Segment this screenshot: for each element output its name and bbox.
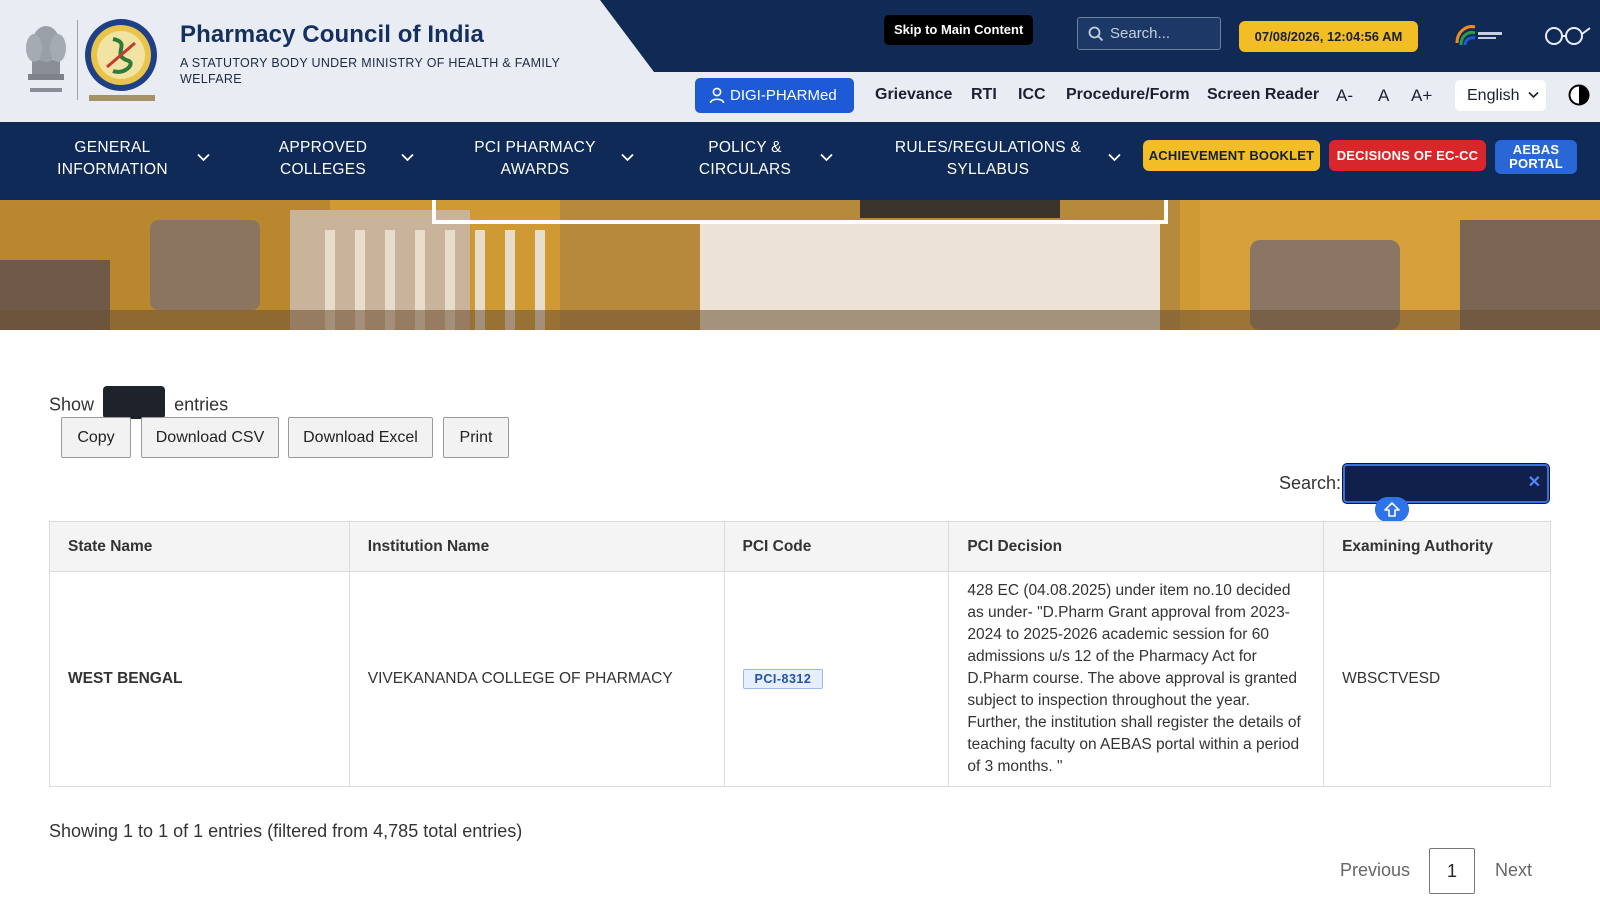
column-header-pci-code[interactable]: PCI Code: [723, 521, 950, 572]
nav-label: INFORMATION: [57, 161, 168, 178]
cell-state: WEST BENGAL: [49, 571, 350, 787]
nav-label: GENERAL: [74, 139, 151, 156]
aebas-label: PORTAL: [1509, 156, 1563, 171]
nav-pci-pharmacy-awards[interactable]: PCI PHARMACY AWARDS: [466, 137, 604, 181]
chevron-down-icon[interactable]: [621, 153, 634, 162]
swachh-bharat-logo[interactable]: [1540, 22, 1592, 46]
chevron-down-icon: [1528, 91, 1539, 99]
link-screen-reader[interactable]: Screen Reader: [1207, 86, 1319, 104]
entries-label: entries: [174, 394, 229, 415]
results-table: State Name Institution Name PCI Code PCI…: [49, 521, 1551, 787]
achievement-booklet-button[interactable]: ACHIEVEMENT BOOKLET: [1143, 140, 1320, 171]
column-header-examining-authority[interactable]: Examining Authority: [1323, 521, 1551, 572]
hero-banner: [0, 200, 1600, 330]
table-search-input[interactable]: ✕: [1343, 464, 1549, 503]
print-button[interactable]: Print: [443, 417, 509, 458]
org-name: Pharmacy Council of India: [180, 21, 484, 48]
digital-india-logo[interactable]: [1453, 21, 1505, 49]
header-search-input[interactable]: Search...: [1077, 17, 1221, 50]
nav-label: AWARDS: [500, 161, 570, 178]
logo-divider: [77, 20, 78, 100]
nav-label: RULES/REGULATIONS &: [894, 139, 1082, 156]
nav-label: COLLEGES: [280, 161, 366, 178]
font-reset-button[interactable]: A: [1378, 86, 1389, 106]
link-icc[interactable]: ICC: [1018, 86, 1046, 104]
download-excel-button[interactable]: Download Excel: [288, 417, 433, 458]
table-row: WEST BENGAL VIVEKANANDA COLLEGE OF PHARM…: [49, 571, 1551, 787]
header-search-placeholder: Search...: [1110, 25, 1171, 42]
arrow-up-icon[interactable]: [1375, 497, 1409, 522]
entries-per-page-select[interactable]: [103, 386, 166, 419]
nav-label: SYLLABUS: [946, 161, 1030, 178]
nav-label: PCI PHARMACY: [474, 139, 596, 156]
datetime-badge: 07/08/2026, 12:04:56 AM: [1239, 21, 1418, 52]
nav-general-information[interactable]: GENERAL INFORMATION: [55, 137, 170, 181]
cell-examining-authority: WBSCTVESD: [1323, 571, 1551, 787]
digi-pharmed-button[interactable]: DIGI-PHARMed: [695, 78, 854, 113]
table-info: Showing 1 to 1 of 1 entries (filtered fr…: [49, 821, 523, 841]
chevron-down-icon[interactable]: [401, 153, 414, 162]
cell-pci-code: PCI-8312: [723, 571, 950, 787]
link-procedure-form[interactable]: Procedure/Form: [1066, 86, 1190, 104]
nav-policy-circulars[interactable]: POLICY & CIRCULARS: [690, 137, 800, 181]
nav-label: POLICY &: [708, 139, 782, 156]
contrast-icon[interactable]: [1568, 84, 1590, 106]
decisions-ec-cc-button[interactable]: DECISIONS OF EC-CC: [1329, 140, 1486, 171]
chevron-down-icon[interactable]: [820, 153, 833, 162]
office-interior-image: [0, 200, 1600, 330]
pagination-current-page[interactable]: 1: [1429, 848, 1475, 894]
search-icon: [1088, 26, 1104, 42]
table-search-label: Search:: [1279, 473, 1342, 493]
pagination-next[interactable]: Next: [1495, 860, 1532, 881]
pagination-previous[interactable]: Previous: [1340, 860, 1410, 881]
nav-rules-regulations-syllabus[interactable]: RULES/REGULATIONS & SYLLABUS: [888, 137, 1088, 181]
aebas-label: AEBAS: [1512, 142, 1560, 157]
pci-code-badge: PCI-8312: [742, 669, 824, 689]
user-icon: [709, 87, 725, 104]
font-decrease-button[interactable]: A-: [1336, 86, 1353, 106]
link-rti[interactable]: RTI: [971, 86, 997, 104]
cell-institution: VIVEKANANDA COLLEGE OF PHARMACY: [348, 571, 725, 787]
pci-logo: [85, 19, 157, 101]
site-header: Pharmacy Council of India A STATUTORY BO…: [0, 0, 1600, 122]
copy-button[interactable]: Copy: [61, 417, 131, 458]
clear-icon[interactable]: ✕: [1528, 472, 1541, 492]
column-header-pci-decision[interactable]: PCI Decision: [948, 521, 1325, 572]
chevron-down-icon[interactable]: [197, 153, 210, 162]
show-label: Show: [49, 394, 95, 415]
cell-pci-decision: 428 EC (04.08.2025) under item no.10 dec…: [948, 571, 1325, 787]
language-value: English: [1467, 87, 1520, 104]
aebas-portal-button[interactable]: AEBAS PORTAL: [1495, 140, 1577, 174]
national-emblem-logo: [26, 26, 66, 92]
digi-pharmed-label: DIGI-PHARMed: [730, 87, 837, 104]
table-header-row: State Name Institution Name PCI Code PCI…: [49, 521, 1551, 572]
main-navigation: GENERAL INFORMATION APPROVED COLLEGES PC…: [0, 122, 1600, 200]
nav-label: CIRCULARS: [698, 161, 792, 178]
org-subtitle: A STATUTORY BODY UNDER MINISTRY OF HEALT…: [180, 56, 560, 86]
column-header-state[interactable]: State Name: [49, 521, 350, 572]
font-increase-button[interactable]: A+: [1411, 86, 1432, 106]
link-grievance[interactable]: Grievance: [875, 86, 952, 104]
column-header-institution[interactable]: Institution Name: [348, 521, 725, 572]
download-csv-button[interactable]: Download CSV: [141, 417, 279, 458]
skip-to-main-button[interactable]: Skip to Main Content: [884, 15, 1034, 45]
language-select[interactable]: English: [1455, 80, 1546, 111]
chevron-down-icon[interactable]: [1108, 153, 1121, 162]
nav-approved-colleges[interactable]: APPROVED COLLEGES: [270, 137, 376, 181]
nav-label: APPROVED: [278, 139, 368, 156]
